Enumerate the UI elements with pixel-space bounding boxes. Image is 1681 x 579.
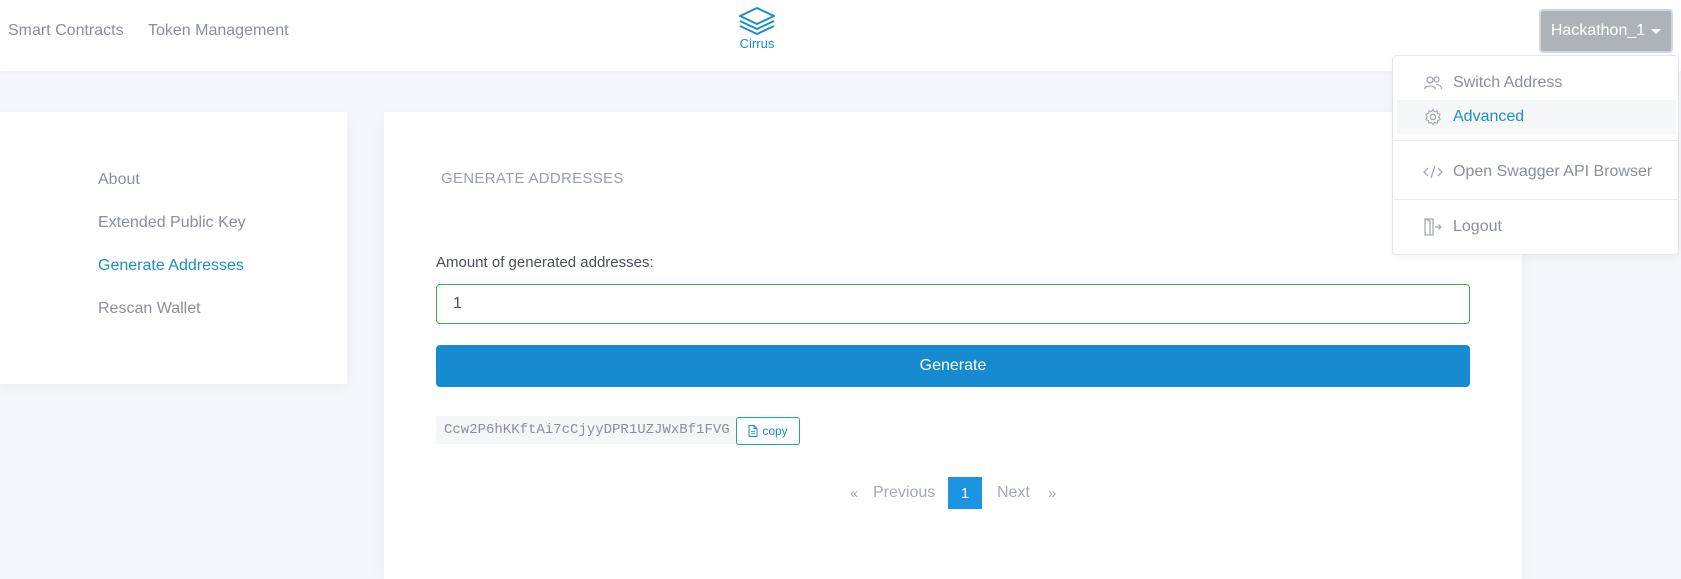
copy-button[interactable]: copy <box>736 417 800 445</box>
account-dropdown-button[interactable]: Hackathon_1 <box>1539 9 1673 53</box>
account-dropdown-menu: Switch Address Advanced Open Swagger API B… <box>1392 55 1679 255</box>
stack-logo-icon <box>739 7 775 35</box>
users-icon <box>1423 75 1453 91</box>
account-label: Hackathon_1 <box>1550 22 1646 39</box>
code-icon <box>1423 165 1453 179</box>
generated-address: Ccw2P6hKKftAi7cCjyyDPR1UZJWxBf1FVG <box>436 416 738 444</box>
logout-icon <box>1423 218 1453 236</box>
menu-item-label: Logout <box>1453 218 1502 235</box>
menu-item-label: Open Swagger API Browser <box>1453 163 1653 180</box>
menu-item-open-swagger[interactable]: Open Swagger API Browser <box>1397 155 1676 189</box>
file-icon <box>748 425 758 437</box>
sidebar-card: About Extended Public Key Generate Addre… <box>0 112 347 384</box>
menu-divider <box>1393 199 1678 200</box>
pager-first[interactable]: « <box>850 477 858 509</box>
section-title: GENERATE ADDRESSES <box>441 170 624 187</box>
nav-smart-contracts[interactable]: Smart Contracts <box>8 22 124 40</box>
menu-item-advanced[interactable]: Advanced <box>1397 100 1676 134</box>
gear-icon <box>1423 108 1453 126</box>
sidebar-item-generate-addresses[interactable]: Generate Addresses <box>98 257 244 275</box>
pagination: « Previous 1 Next » <box>384 477 1522 509</box>
pager-previous[interactable]: Previous <box>873 477 935 509</box>
pager-current-page[interactable]: 1 <box>948 477 982 509</box>
menu-item-logout[interactable]: Logout <box>1397 210 1676 244</box>
generate-addresses-card: GENERATE ADDRESSES Amount of generated a… <box>384 112 1522 579</box>
sidebar-item-about[interactable]: About <box>98 171 140 189</box>
sidebar-item-rescan-wallet[interactable]: Rescan Wallet <box>98 300 201 318</box>
copy-label: copy <box>762 424 788 438</box>
nav-token-management[interactable]: Token Management <box>148 22 289 40</box>
caret-down-icon <box>1651 28 1662 34</box>
generate-button[interactable]: Generate <box>436 345 1470 387</box>
amount-label: Amount of generated addresses: <box>436 254 654 271</box>
menu-item-label: Advanced <box>1453 108 1525 125</box>
cirrus-logo[interactable]: Cirrus <box>733 6 781 56</box>
logo-text: Cirrus <box>739 36 775 51</box>
menu-item-label: Switch Address <box>1453 74 1563 91</box>
menu-item-switch-address[interactable]: Switch Address <box>1397 66 1676 100</box>
sidebar-item-extended-public-key[interactable]: Extended Public Key <box>98 214 246 232</box>
pager-last[interactable]: » <box>1048 477 1056 509</box>
pager-next[interactable]: Next <box>997 477 1030 509</box>
menu-divider <box>1393 140 1678 141</box>
amount-input[interactable] <box>436 284 1470 324</box>
